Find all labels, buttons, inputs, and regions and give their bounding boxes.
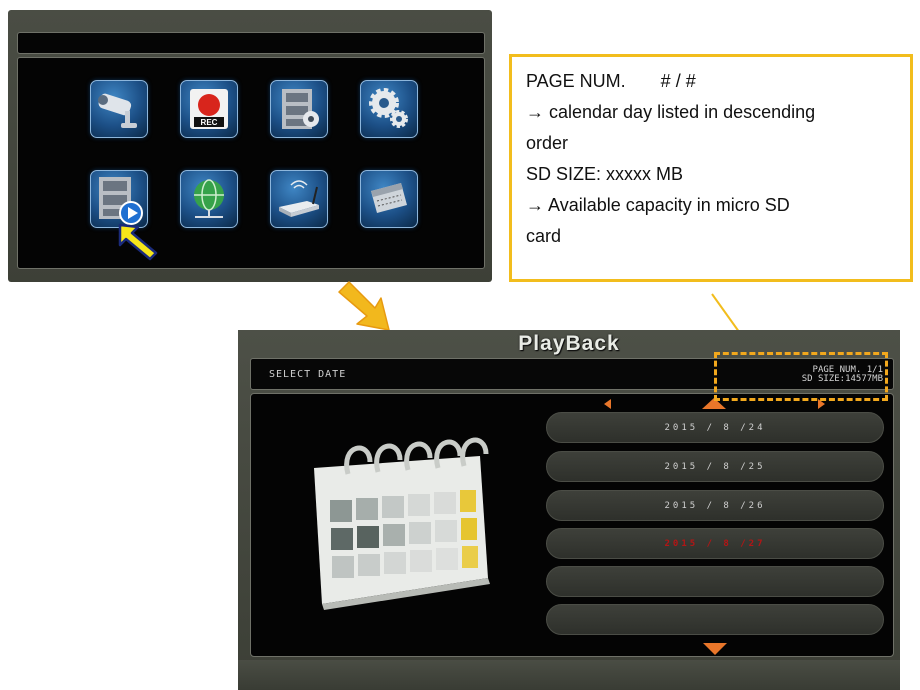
scroll-down-arrow[interactable] bbox=[703, 643, 727, 655]
annotation-line-calendar-order: → calendar day listed in descending bbox=[526, 102, 816, 122]
selection-pointer-arrow bbox=[118, 223, 158, 261]
video-settings-icon[interactable] bbox=[270, 80, 328, 138]
main-menu-screen: REC bbox=[8, 10, 492, 282]
date-row[interactable]: 2015 / 8 /24 bbox=[546, 412, 884, 443]
date-row[interactable]: 2015 / 8 /25 bbox=[546, 451, 884, 482]
record-icon[interactable]: REC bbox=[180, 80, 238, 138]
calendar-icon bbox=[314, 437, 490, 610]
camera-icon[interactable] bbox=[90, 80, 148, 138]
gears-icon[interactable] bbox=[360, 80, 418, 138]
annotation-line-page-num: PAGE NUM. # / # bbox=[526, 71, 696, 91]
prev-page-arrow[interactable] bbox=[604, 399, 611, 409]
wifi-router-icon[interactable] bbox=[270, 170, 328, 228]
annotation-line-capacity: → Available capacity in micro SD bbox=[526, 195, 790, 215]
annotation-line-card: card bbox=[526, 226, 562, 246]
playback-icon[interactable] bbox=[90, 170, 148, 228]
network-globe-icon[interactable] bbox=[180, 170, 238, 228]
select-date-label: SELECT DATE bbox=[269, 369, 347, 380]
date-row-selected[interactable]: 2015 / 8 /27 bbox=[546, 528, 884, 559]
annotation-line-sd-size: SD SIZE: xxxxx MB bbox=[526, 164, 684, 184]
sd-card-icon[interactable] bbox=[360, 170, 418, 228]
rec-label: REC bbox=[201, 118, 218, 127]
playback-bottom-bar bbox=[238, 660, 900, 690]
annotation-box: PAGE NUM. # / # → calendar day listed in… bbox=[509, 54, 913, 282]
date-row[interactable]: 2015 / 8 /26 bbox=[546, 490, 884, 521]
page-info-highlight bbox=[714, 352, 888, 401]
menu-title-bar bbox=[17, 32, 485, 54]
annotation-line-order: order bbox=[526, 133, 569, 153]
transition-arrow bbox=[338, 281, 390, 331]
date-row-empty[interactable] bbox=[546, 566, 884, 597]
menu-icon-panel: REC bbox=[17, 57, 485, 269]
date-row-empty[interactable] bbox=[546, 604, 884, 635]
